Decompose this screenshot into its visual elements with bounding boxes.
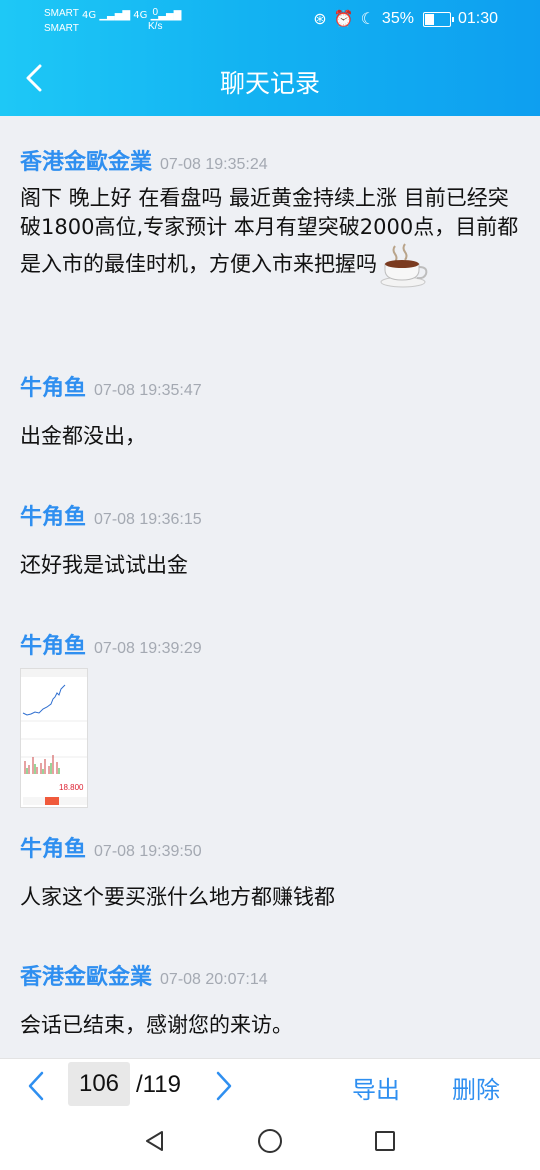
message-item: 香港金歐金業 07-08 19:35:24 阁下 晚上好 在看盘吗 最近黄金持续…	[20, 144, 525, 288]
message-item: 牛角鱼 07-08 19:39:29 18.800	[20, 628, 525, 808]
message-sender: 牛角鱼	[20, 837, 87, 862]
signal-1-icon: ▁▃▅▇	[99, 10, 131, 21]
message-time: 07-08 19:39:29	[94, 640, 202, 657]
message-sender: 牛角鱼	[20, 376, 87, 401]
nav-recents-button[interactable]	[370, 1126, 400, 1156]
message-item: 牛角鱼 07-08 19:35:47 出金都没出，	[20, 370, 525, 451]
image-thumbnail[interactable]: 18.800	[20, 668, 88, 808]
pager-bar: 106 /119 导出 删除	[0, 1058, 540, 1112]
moon-icon: ☾	[360, 11, 375, 28]
next-page-button[interactable]	[208, 1067, 240, 1105]
triangle-back-icon	[146, 1131, 163, 1151]
chevron-right-icon	[216, 1071, 232, 1101]
message-text[interactable]: 阁下 晚上好 在看盘吗 最近黄金持续上涨 目前已经突破1800高位,专家预计 本…	[20, 184, 525, 288]
message-sender: 香港金歐金業	[20, 965, 153, 990]
message-sender: 牛角鱼	[20, 634, 87, 659]
message-time: 07-08 19:35:47	[94, 382, 202, 399]
message-text[interactable]: 还好我是试试出金	[20, 551, 525, 580]
message-sender: 香港金歐金業	[20, 150, 153, 175]
clock: 01:30	[457, 10, 498, 27]
hotspot-icon: ⊛	[313, 11, 327, 28]
message-text[interactable]: 会话已结束，感谢您的来访。	[20, 1011, 525, 1040]
current-page-input[interactable]: 106	[68, 1062, 130, 1106]
top-bar: SMART SMART 4G ▁▃▅▇ 4G ▁▃▅▇ 0 K/s ⊛ ⏰ ☾ …	[0, 0, 540, 116]
nav-home-button[interactable]	[255, 1126, 285, 1156]
export-button[interactable]: 导出	[352, 1070, 400, 1105]
alarm-icon: ⏰	[333, 11, 354, 28]
speed-value: 0	[152, 7, 158, 18]
signal-2-label: 4G	[133, 10, 148, 21]
page-title: 聊天记录	[219, 69, 320, 98]
message-sender: 牛角鱼	[20, 505, 87, 530]
total-pages: /119	[136, 1071, 181, 1098]
message-time: 07-08 19:35:24	[160, 156, 268, 173]
network-speed: 0 K/s	[148, 6, 162, 34]
square-recents-icon	[375, 1131, 395, 1151]
system-nav-bar	[0, 1112, 540, 1170]
coffee-cup-icon	[380, 243, 428, 288]
nav-back-button[interactable]	[140, 1126, 170, 1156]
delete-button[interactable]: 删除	[452, 1070, 500, 1105]
message-item: 牛角鱼 07-08 19:36:15 还好我是试试出金	[20, 499, 525, 580]
message-item: 牛角鱼 07-08 19:39:50 人家这个要买涨什么地方都赚钱都	[20, 831, 525, 912]
message-time: 07-08 19:39:50	[94, 843, 202, 860]
signal-indicators: 4G ▁▃▅▇ 4G ▁▃▅▇	[82, 10, 181, 21]
battery-percent: 35%	[381, 10, 414, 27]
speed-unit: K/s	[148, 21, 163, 32]
message-text[interactable]: 出金都没出，	[20, 422, 525, 451]
carrier-1: SMART	[44, 8, 79, 19]
message-item: 香港金歐金業 07-08 20:07:14 会话已结束，感谢您的来访。	[20, 959, 525, 1040]
signal-1-label: 4G	[82, 10, 97, 21]
message-text-content: 阁下 晚上好 在看盘吗 最近黄金持续上涨 目前已经突破1800高位,专家预计 本…	[20, 186, 519, 276]
message-time: 07-08 19:36:15	[94, 511, 202, 528]
message-text[interactable]: 人家这个要买涨什么地方都赚钱都	[20, 883, 525, 912]
status-bar: SMART SMART 4G ▁▃▅▇ 4G ▁▃▅▇ 0 K/s ⊛ ⏰ ☾ …	[0, 0, 540, 40]
chart-price-label: 18.800	[59, 783, 84, 792]
chevron-left-icon	[28, 1071, 44, 1101]
nav-bar: 聊天记录	[0, 40, 540, 116]
previous-page-button[interactable]	[20, 1067, 52, 1105]
circle-home-icon	[258, 1129, 282, 1153]
carrier-labels: SMART SMART	[44, 6, 79, 36]
battery-icon	[422, 11, 454, 27]
carrier-2: SMART	[44, 23, 79, 34]
chart-screenshot-image: 18.800	[21, 669, 87, 807]
message-time: 07-08 20:07:14	[160, 971, 268, 988]
status-right: ⊛ ⏰ ☾ 35% 01:30	[313, 9, 498, 29]
chat-history[interactable]: 香港金歐金業 07-08 19:35:24 阁下 晚上好 在看盘吗 最近黄金持续…	[0, 116, 540, 1058]
